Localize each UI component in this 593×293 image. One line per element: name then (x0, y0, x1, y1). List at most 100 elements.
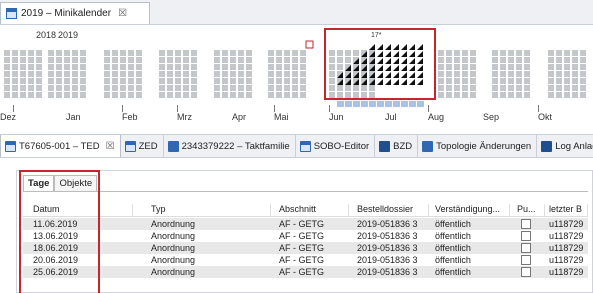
calendar-grid[interactable] (0, 26, 593, 126)
row-checkbox[interactable] (521, 243, 531, 253)
table-row[interactable]: 18.06.2019 Anordnung AF - GETG 2019-0518… (23, 242, 588, 254)
row-checkbox[interactable] (521, 255, 531, 265)
day-cell (120, 71, 126, 77)
day-cell (454, 92, 460, 98)
day-cell (136, 57, 142, 63)
day-cell (4, 50, 10, 56)
day-cell (516, 57, 522, 63)
day-cell (12, 92, 18, 98)
cell-bestelldossier: 2019-051836 3 (357, 255, 418, 265)
day-cell (191, 57, 197, 63)
day-cell-selected (417, 101, 424, 107)
table-row[interactable]: 13.06.2019 Anordnung AF - GETG 2019-0518… (23, 230, 588, 242)
day-cell (246, 71, 252, 77)
cell-letzter-b: u118729 (549, 231, 584, 241)
day-cell (128, 64, 134, 70)
day-cell (300, 78, 306, 84)
day-cell-selected (353, 101, 360, 107)
month-label-apr: Apr (232, 112, 247, 122)
day-cell (104, 64, 110, 70)
day-cell (564, 50, 570, 56)
cell-typ: Anordnung (151, 219, 196, 229)
header-bestelldossier[interactable]: Bestelldossier (357, 204, 429, 216)
tab-zed[interactable]: ZED (121, 135, 164, 157)
day-cell (292, 92, 298, 98)
table-row[interactable]: 20.06.2019 Anordnung AF - GETG 2019-0518… (23, 254, 588, 266)
tab-title: 2019 – Minikalender (21, 8, 112, 19)
day-cell (36, 71, 42, 77)
column-highlight (19, 170, 100, 293)
cell-typ: Anordnung (151, 255, 196, 265)
header-letzter-b[interactable]: letzter B (549, 204, 588, 216)
day-cell (136, 64, 142, 70)
day-cell (580, 85, 586, 91)
close-icon[interactable]: ☒ (118, 8, 127, 19)
day-cell (572, 57, 578, 63)
day-cell (500, 64, 506, 70)
day-cell (80, 85, 86, 91)
row-checkbox[interactable] (521, 231, 531, 241)
tab-log[interactable]: Log Anlag (537, 135, 593, 157)
row-checkbox[interactable] (521, 267, 531, 277)
header-pu[interactable]: Pu... (517, 204, 545, 216)
day-cell (128, 50, 134, 56)
day-cell (56, 71, 62, 77)
header-verstaendigung[interactable]: Verständigung... (435, 204, 510, 216)
table-row[interactable]: 11.06.2019 Anordnung AF - GETG 2019-0518… (23, 218, 588, 230)
day-cell (136, 71, 142, 77)
day-cell (4, 71, 10, 77)
day-cell (462, 64, 468, 70)
cell-typ: Anordnung (151, 231, 196, 241)
day-cell (80, 64, 86, 70)
day-cell (104, 92, 110, 98)
day-cell (284, 50, 290, 56)
day-cell (564, 85, 570, 91)
day-cell (214, 92, 220, 98)
day-cell (159, 92, 165, 98)
day-cell (556, 92, 562, 98)
day-cell (4, 64, 10, 70)
month-label-mai: Mai (274, 112, 289, 122)
table-row[interactable]: 25.06.2019 Anordnung AF - GETG 2019-0518… (23, 266, 588, 278)
day-cell (136, 50, 142, 56)
tab-topologie[interactable]: Topologie Änderungen (418, 135, 538, 157)
day-cell (492, 50, 498, 56)
header-abschnitt[interactable]: Abschnitt (279, 204, 349, 216)
day-cell (276, 92, 282, 98)
day-cell (238, 85, 244, 91)
close-icon[interactable]: ☒ (106, 141, 115, 152)
day-cell (183, 57, 189, 63)
day-cell (56, 92, 62, 98)
day-cell (572, 50, 578, 56)
day-cell (167, 57, 173, 63)
day-cell (72, 78, 78, 84)
tab-ted[interactable]: T67605-001 – TED ☒ (0, 135, 121, 157)
day-cell (470, 71, 476, 77)
day-cell (72, 85, 78, 91)
day-cell (136, 85, 142, 91)
tab-taktfamilie[interactable]: 2343379222 – Taktfamilie (164, 135, 296, 157)
cell-letzter-b: u118729 (549, 219, 584, 229)
cell-verstaendigung: öffentlich (435, 219, 471, 229)
cell-abschnitt: AF - GETG (279, 255, 324, 265)
day-cell (292, 78, 298, 84)
cell-verstaendigung: öffentlich (435, 255, 471, 265)
tab-bzd[interactable]: BZD (375, 135, 419, 157)
day-cell (64, 78, 70, 84)
tab-sobo-editor[interactable]: SOBO-Editor (296, 135, 376, 157)
day-cell (64, 85, 70, 91)
day-cell (72, 92, 78, 98)
month-label-aug: Aug (428, 112, 445, 122)
day-cell (516, 64, 522, 70)
header-typ[interactable]: Typ (151, 204, 271, 216)
cell-bestelldossier: 2019-051836 3 (357, 219, 418, 229)
day-cell (470, 85, 476, 91)
day-cell (492, 78, 498, 84)
row-checkbox[interactable] (521, 219, 531, 229)
day-cell (128, 57, 134, 63)
day-cell (183, 78, 189, 84)
tab-minikalender[interactable]: 2019 – Minikalender ☒ (0, 2, 150, 24)
day-cell (104, 57, 110, 63)
day-cell (268, 57, 274, 63)
day-cell (230, 71, 236, 77)
